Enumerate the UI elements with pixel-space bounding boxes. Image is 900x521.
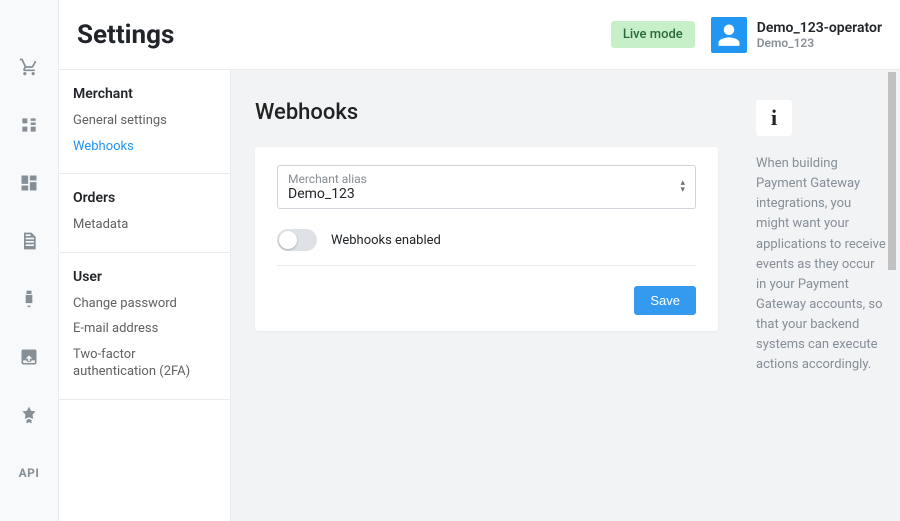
- main-column: Settings Live mode Demo_123-operator Dem…: [58, 0, 900, 521]
- sidenav-item-2fa[interactable]: Two-factor authentication (2FA): [73, 346, 216, 381]
- merchant-alias-value: Demo_123: [288, 186, 355, 202]
- sidenav-heading-user: User: [73, 269, 216, 285]
- webhooks-enabled-row: Webhooks enabled: [277, 225, 696, 266]
- chevron-updown-icon: ▴▾: [680, 180, 685, 194]
- sidenav-item-general-settings[interactable]: General settings: [73, 112, 216, 130]
- user-display-name: Demo_123-operator: [757, 20, 882, 36]
- info-panel: i When building Payment Gateway integrat…: [742, 70, 900, 521]
- page-title: Settings: [77, 20, 611, 50]
- app-root: API Settings Live mode Demo_123-operator…: [0, 0, 900, 521]
- avatar[interactable]: [711, 17, 747, 53]
- sidenav-group-merchant: Merchant General settings Webhooks: [59, 70, 230, 174]
- merchant-alias-select[interactable]: Merchant alias Demo_123 ▴▾: [277, 165, 696, 209]
- settings-sidenav: Merchant General settings Webhooks Order…: [59, 70, 231, 521]
- live-mode-badge[interactable]: Live mode: [611, 21, 695, 48]
- info-icon: i: [756, 100, 792, 136]
- section-title: Webhooks: [255, 100, 718, 125]
- scrollbar-thumb[interactable]: [888, 72, 896, 270]
- sidenav-item-email-address[interactable]: E-mail address: [73, 320, 216, 338]
- content-area: Webhooks Merchant alias Demo_123 ▴▾: [231, 70, 900, 521]
- sidenav-group-orders: Orders Metadata: [59, 174, 230, 253]
- webhooks-card: Merchant alias Demo_123 ▴▾ Webho: [255, 147, 718, 331]
- nav-rail: API: [0, 0, 58, 521]
- user-block[interactable]: Demo_123-operator Demo_123: [757, 20, 882, 50]
- balance-icon[interactable]: [18, 114, 40, 136]
- sidenav-group-user: User Change password E-mail address Two-…: [59, 253, 230, 400]
- dashboard-icon[interactable]: [18, 172, 40, 194]
- info-text: When building Payment Gateway integratio…: [756, 154, 886, 376]
- webhooks-enabled-toggle[interactable]: [277, 229, 317, 251]
- cart-icon[interactable]: [18, 56, 40, 78]
- sidenav-heading-orders: Orders: [73, 190, 216, 206]
- inbox-icon[interactable]: [18, 346, 40, 368]
- user-merchant-name: Demo_123: [757, 36, 882, 50]
- sidenav-heading-merchant: Merchant: [73, 86, 216, 102]
- toggle-knob: [279, 231, 297, 249]
- webhooks-enabled-label: Webhooks enabled: [331, 233, 441, 248]
- content-inner: Webhooks Merchant alias Demo_123 ▴▾: [231, 70, 742, 521]
- save-button[interactable]: Save: [634, 286, 696, 315]
- vertical-scrollbar[interactable]: [886, 70, 898, 519]
- sidenav-item-change-password[interactable]: Change password: [73, 295, 216, 313]
- usb-icon[interactable]: [18, 288, 40, 310]
- document-icon[interactable]: [18, 230, 40, 252]
- award-icon[interactable]: [18, 404, 40, 426]
- merchant-alias-label: Merchant alias: [288, 172, 685, 186]
- card-footer: Save: [255, 270, 718, 331]
- sidenav-item-webhooks[interactable]: Webhooks: [73, 138, 216, 156]
- api-icon[interactable]: API: [18, 462, 40, 484]
- card-body: Merchant alias Demo_123 ▴▾ Webho: [255, 147, 718, 270]
- page-header: Settings Live mode Demo_123-operator Dem…: [59, 0, 900, 70]
- body-row: Merchant General settings Webhooks Order…: [59, 70, 900, 521]
- sidenav-item-metadata[interactable]: Metadata: [73, 216, 216, 234]
- user-icon: [716, 22, 742, 48]
